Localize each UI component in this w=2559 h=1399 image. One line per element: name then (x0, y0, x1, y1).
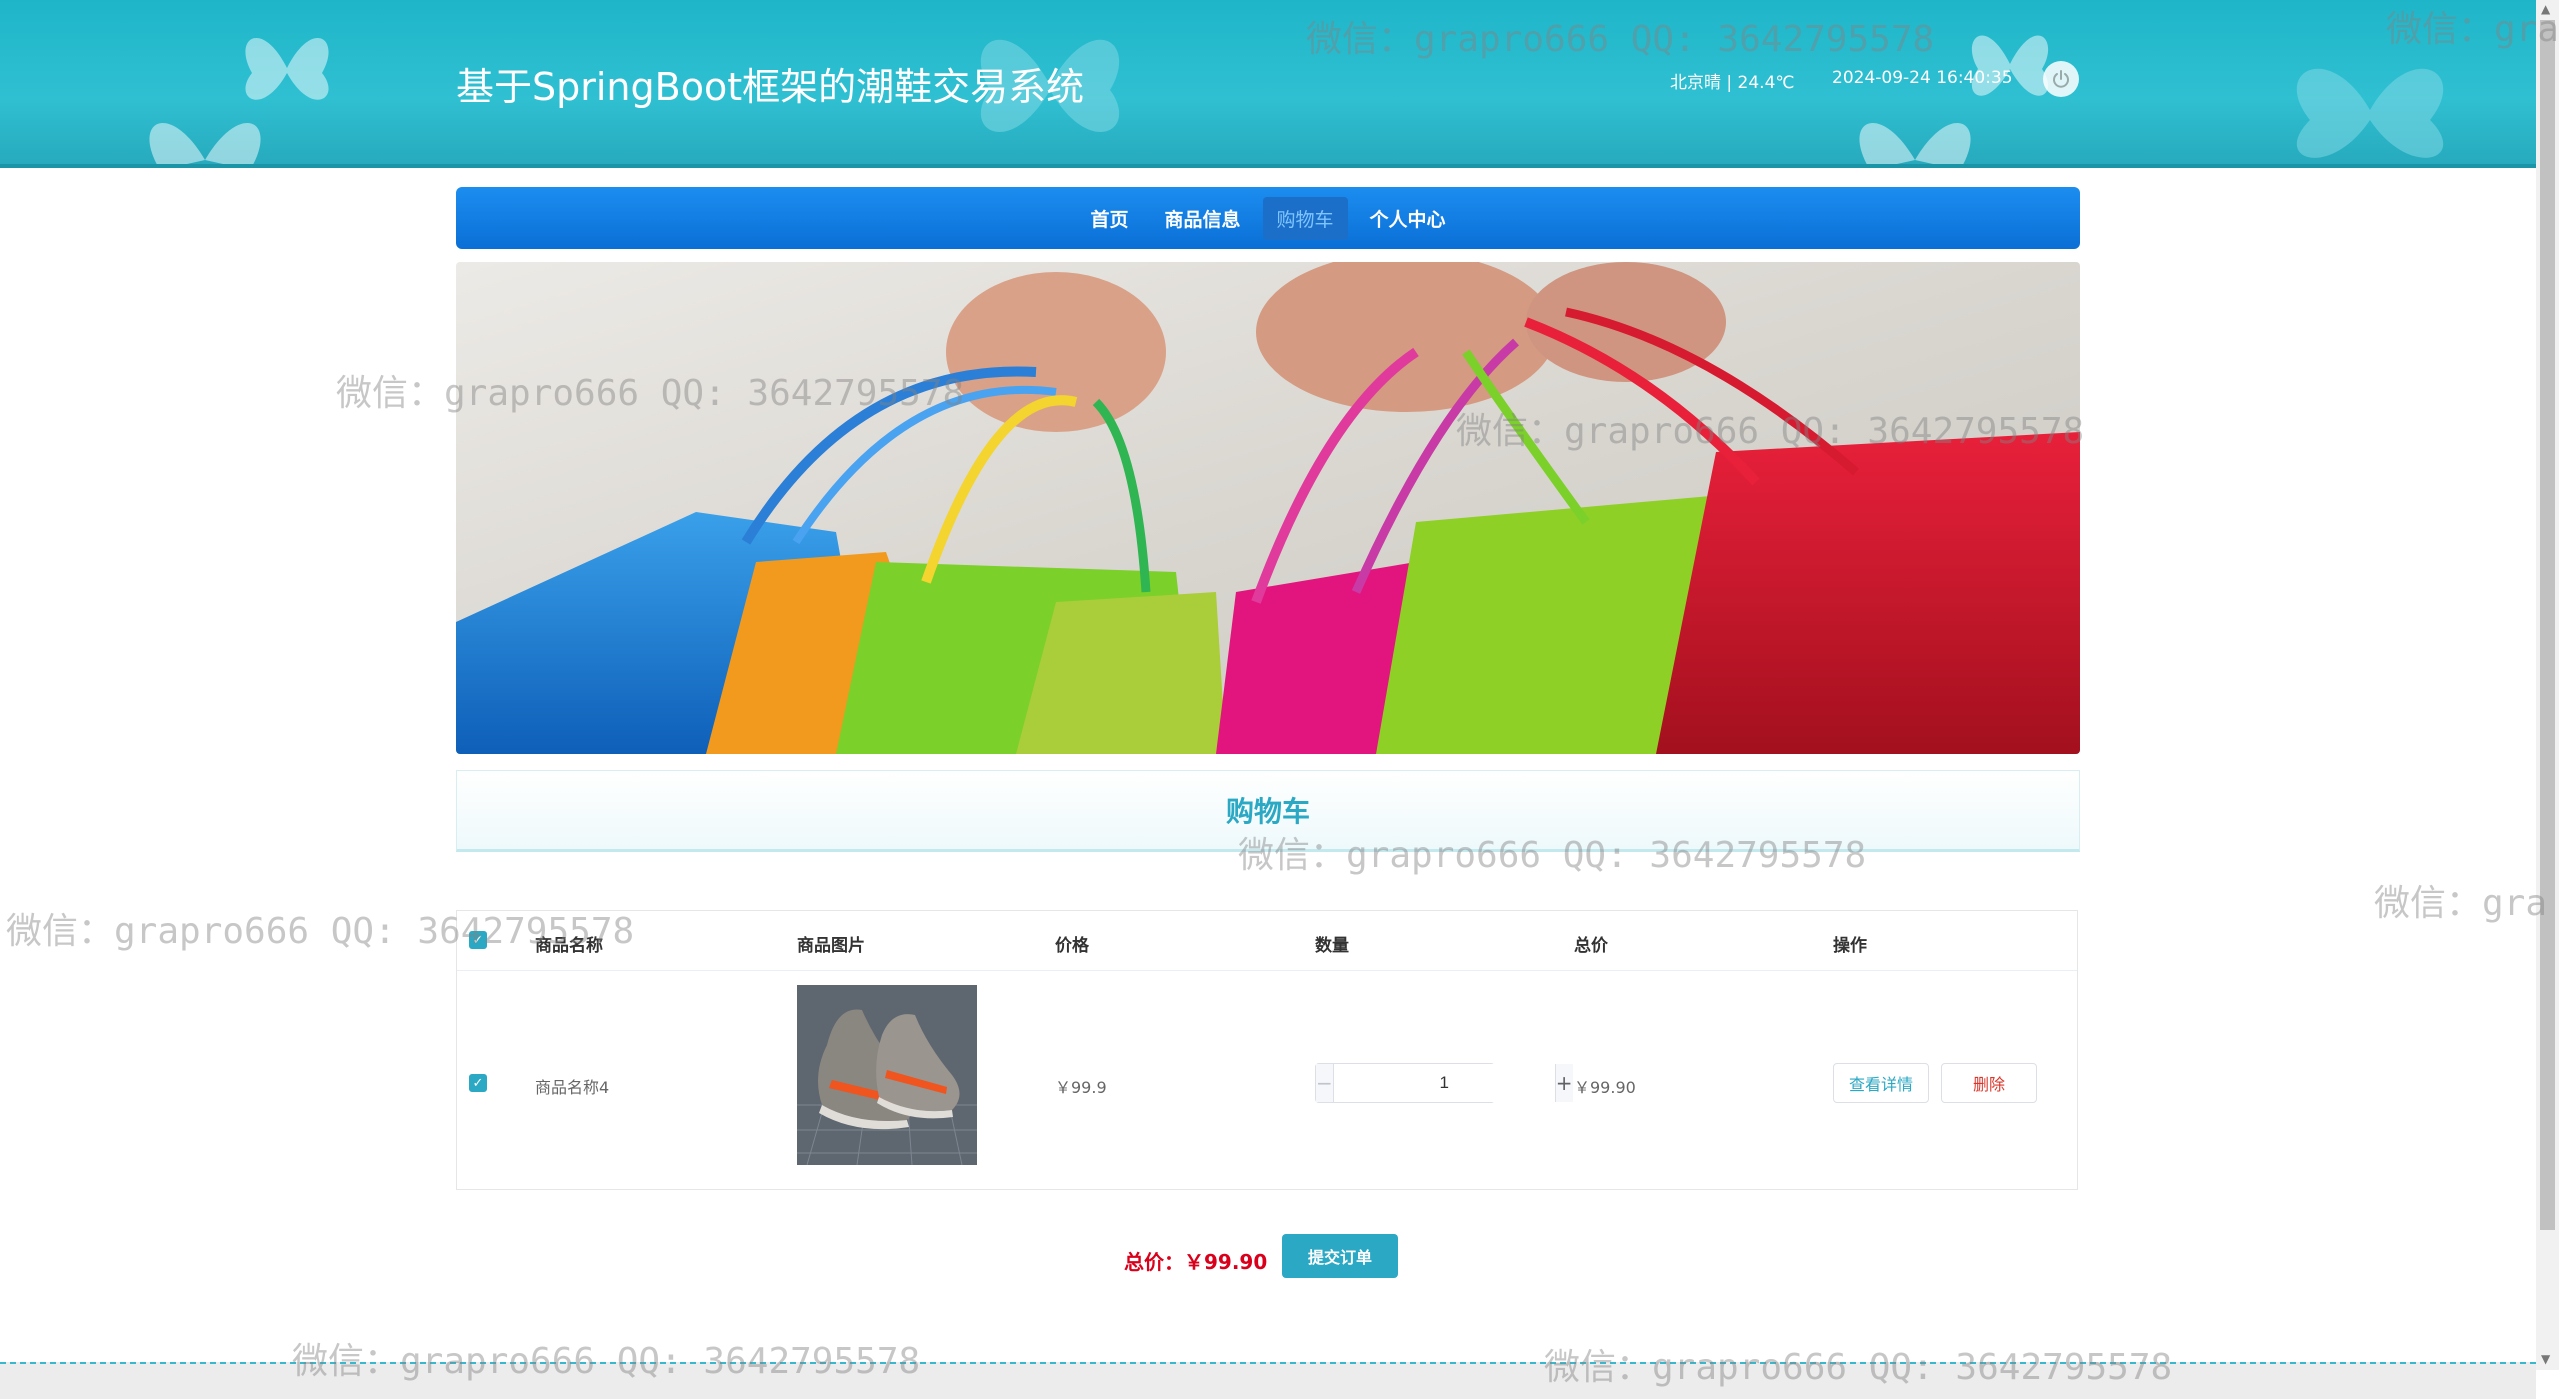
column-header: 操作 (1833, 936, 1867, 956)
table-header: ✓ 商品名称 商品图片 价格 数量 总价 操作 (457, 911, 2077, 971)
quantity-increase-button[interactable]: + (1554, 1064, 1573, 1102)
product-image[interactable] (797, 985, 977, 1165)
scroll-down-icon[interactable]: ▼ (2541, 1352, 2550, 1366)
cart-table: ✓ 商品名称 商品图片 价格 数量 总价 操作 ✓ 商品名称4 ￥99.9 − … (456, 910, 2078, 1190)
column-header: 总价 (1574, 936, 1608, 956)
view-details-button[interactable]: 查看详情 (1833, 1063, 1929, 1103)
watermark: 微信：gra (2374, 883, 2548, 924)
quantity-stepper: − + (1315, 1063, 1573, 1103)
plus-icon: + (1555, 1071, 1573, 1095)
vertical-scrollbar[interactable]: ▲ ▼ (2536, 0, 2559, 1370)
cart-total: 总价：￥99.90 (1124, 1250, 1268, 1274)
site-header: 基于SpringBoot框架的潮鞋交易系统 北京晴 | 24.4℃ 2024-0… (0, 0, 2536, 168)
weather-info: 北京晴 | 24.4℃ (1670, 73, 1795, 93)
nav-item-home[interactable]: 首页 (1076, 197, 1142, 240)
table-row: ✓ 商品名称4 ￥99.9 − 1 + ￥99.90 查看详情 删除 (457, 971, 2077, 1191)
butterfly-decoration (1971, 35, 2049, 96)
section-title: 购物车 (1225, 795, 1310, 828)
butterfly-decoration (149, 123, 261, 164)
nav-item-cart[interactable]: 购物车 (1262, 196, 1348, 240)
column-header: 商品图片 (797, 936, 865, 956)
quantity-input[interactable] (1333, 1064, 1555, 1102)
check-icon: ✓ (472, 932, 484, 948)
page-bottom-edge (0, 1362, 2536, 1399)
scroll-up-icon[interactable]: ▲ (2541, 2, 2550, 16)
column-header: 商品名称 (535, 936, 603, 956)
minus-icon: − (1316, 1071, 1333, 1095)
column-header: 数量 (1315, 936, 1349, 956)
delete-button[interactable]: 删除 (1941, 1063, 2037, 1103)
submit-order-button[interactable]: 提交订单 (1282, 1234, 1398, 1278)
row-total: ￥99.90 (1574, 1078, 1636, 1097)
select-all-checkbox[interactable]: ✓ (469, 931, 487, 949)
nav-item-profile[interactable]: 个人中心 (1356, 197, 1460, 240)
nav-item-products[interactable]: 商品信息 (1150, 197, 1254, 240)
column-header: 价格 (1055, 936, 1089, 956)
scrollbar-thumb[interactable] (2540, 20, 2555, 1230)
main-nav: 首页 商品信息 购物车 个人中心 (456, 187, 2080, 249)
section-header: 购物车 (456, 770, 2080, 852)
site-title: 基于SpringBoot框架的潮鞋交易系统 (456, 65, 1085, 109)
logout-button[interactable] (2043, 61, 2079, 97)
product-price: ￥99.9 (1055, 1078, 1107, 1097)
product-name: 商品名称4 (535, 1078, 610, 1097)
datetime: 2024-09-24 16:40:35 (1832, 68, 2013, 88)
banner-image (456, 262, 2080, 754)
row-checkbox[interactable]: ✓ (469, 1074, 487, 1092)
butterfly-decoration (1859, 123, 1971, 164)
quantity-decrease-button[interactable]: − (1316, 1064, 1334, 1102)
check-icon: ✓ (472, 1075, 484, 1091)
butterfly-decoration (2296, 68, 2444, 158)
power-icon (2053, 70, 2069, 88)
